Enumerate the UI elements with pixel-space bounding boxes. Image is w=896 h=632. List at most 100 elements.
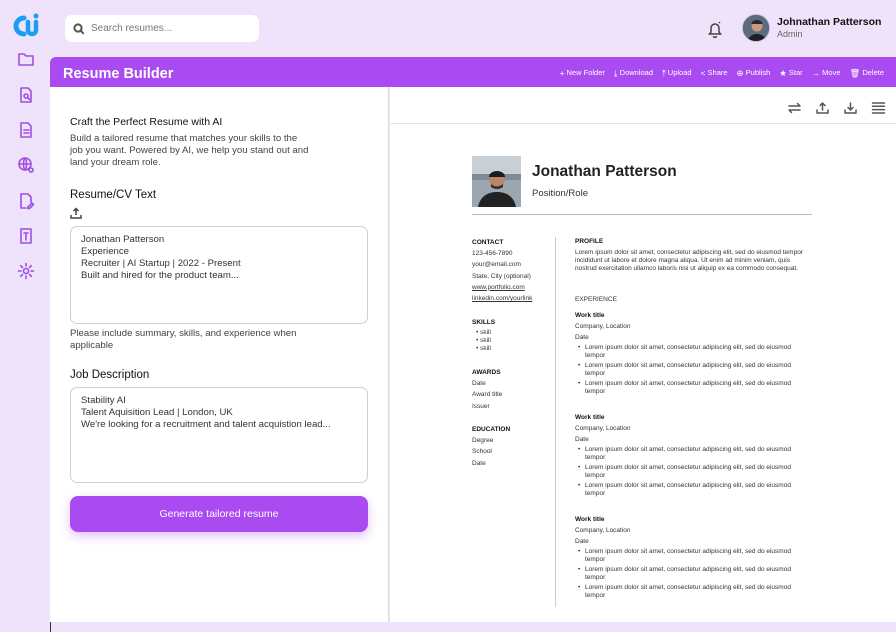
upload-icon[interactable] (70, 206, 82, 219)
plus-icon: + (559, 67, 565, 78)
profile-text: Lorem ipsum dolor sit amet, consectetur … (575, 249, 803, 272)
builder-heading: Craft the Perfect Resume with AI (70, 116, 223, 128)
upload-icon[interactable] (815, 101, 830, 115)
download-icon: ⤓ (613, 67, 618, 78)
builder-panel: Craft the Perfect Resume with AI Build a… (50, 87, 389, 622)
cv-awards-section: AWARDS Date Award title Issuer (472, 367, 552, 412)
user-name: Johnathan Patterson (777, 16, 882, 28)
new-folder-label: New Folder (566, 68, 605, 77)
publish-icon: ⊕ (736, 67, 744, 78)
job-title: Work title (575, 516, 605, 523)
cv-job-entry: Work title Company, Location Date Lorem … (575, 514, 812, 602)
job-date: Date (575, 334, 589, 341)
education-school: School (472, 448, 492, 456)
divider (50, 622, 51, 632)
divider (390, 123, 896, 124)
download-button[interactable]: ⤓ Download (614, 68, 653, 77)
cv-job-entry: Work title Company, Location Date Lorem … (575, 310, 812, 398)
move-button[interactable]: → Move (812, 68, 841, 77)
share-button[interactable]: < Share (701, 68, 728, 77)
download-label: Download (619, 68, 654, 77)
award-date: Date (472, 380, 486, 388)
upload-label: Upload (667, 68, 692, 77)
cv-education-section: EDUCATION Degree School Date (472, 424, 552, 469)
builder-description: Build a tailored resume that matches you… (70, 133, 309, 168)
cv-role: Position/Role (532, 188, 588, 199)
delete-label: Delete (862, 68, 884, 77)
publish-button[interactable]: ⊕ Publish (737, 68, 771, 77)
job-bullet: Lorem ipsum dolor sit amet, consectetur … (575, 446, 812, 462)
award-issuer: Issuer (472, 402, 490, 410)
job-company: Company, Location (575, 323, 631, 330)
download-icon[interactable] (843, 101, 858, 115)
folder-icon[interactable] (17, 50, 35, 68)
search-input[interactable] (91, 23, 251, 34)
star-button[interactable]: ★ Star (779, 68, 802, 77)
job-bullet: Lorem ipsum dolor sit amet, consectetur … (575, 584, 812, 600)
document-icon[interactable] (17, 121, 35, 139)
page-header: Resume Builder + New Folder ⤓ Download ⤒ Up… (50, 57, 896, 87)
document-edit-icon[interactable] (17, 192, 35, 210)
contact-phone: 123-456-7890 (472, 250, 513, 258)
job-bullet: Lorem ipsum dolor sit amet, consectetur … (575, 464, 812, 480)
search-bar[interactable] (65, 15, 259, 42)
cv-profile-section: PROFILE Lorem ipsum dolor sit amet, cons… (575, 238, 812, 273)
globe-gear-icon[interactable] (17, 156, 35, 174)
avatar[interactable] (742, 14, 770, 42)
education-heading: EDUCATION (472, 426, 511, 433)
search-icon (73, 22, 85, 35)
cv-column-divider (555, 237, 556, 607)
new-folder-button[interactable]: + New Folder (560, 68, 605, 77)
contact-heading: CONTACT (472, 239, 504, 246)
experience-heading: EXPERIENCE (575, 296, 617, 303)
skill-item: skill (476, 329, 552, 337)
move-label: Move (822, 68, 841, 77)
swap-icon[interactable] (787, 101, 802, 115)
resume-label: Resume/CV Text (70, 189, 157, 201)
education-date: Date (472, 459, 486, 467)
page-title: Resume Builder (63, 66, 174, 82)
skill-item: skill (476, 337, 552, 345)
notification-bell-icon[interactable] (707, 20, 723, 39)
profile-heading: PROFILE (575, 238, 604, 245)
cv-divider (472, 214, 812, 215)
cv-contact-section: CONTACT 123-456-7890 your@email.com Stat… (472, 237, 552, 304)
app-logo[interactable] (10, 12, 40, 40)
menu-icon[interactable] (871, 101, 886, 115)
share-label: Share (707, 68, 728, 77)
cv-job-entry: Work title Company, Location Date Lorem … (575, 412, 812, 500)
skill-item: skill (476, 345, 552, 353)
profile-photo (472, 156, 521, 207)
job-company: Company, Location (575, 425, 631, 432)
generate-button[interactable]: Generate tailored resume (70, 496, 368, 532)
contact-email: your@email.com (472, 261, 521, 269)
settings-icon[interactable] (17, 262, 35, 280)
job-description-textarea[interactable]: Stability AI Talent Aquisition Lead | Lo… (70, 387, 368, 483)
document-search-icon[interactable] (17, 86, 35, 104)
award-title: Award title (472, 391, 503, 399)
job-date: Date (575, 538, 589, 545)
document-text-icon[interactable] (17, 227, 35, 245)
preview-toolbar (787, 101, 886, 115)
resume-textarea[interactable]: Jonathan Patterson Experience Recruiter … (70, 226, 368, 324)
education-degree: Degree (472, 437, 494, 445)
share-icon: < (700, 67, 706, 78)
awards-heading: AWARDS (472, 369, 501, 376)
job-bullet: Lorem ipsum dolor sit amet, consectetur … (575, 344, 812, 360)
job-bullet: Lorem ipsum dolor sit amet, consectetur … (575, 380, 812, 396)
resume-preview-panel: Jonathan Patterson Position/Role CONTACT… (390, 87, 896, 622)
sidebar (0, 0, 50, 632)
job-title: Work title (575, 312, 605, 319)
job-bullet: Lorem ipsum dolor sit amet, consectetur … (575, 482, 812, 498)
portfolio-link[interactable]: www.portfolio.com (472, 284, 525, 291)
skills-heading: SKILLS (472, 319, 496, 326)
delete-button[interactable]: 🗑 Delete (850, 68, 884, 77)
upload-button[interactable]: ⤒ Upload (662, 68, 692, 77)
job-bullet: Lorem ipsum dolor sit amet, consectetur … (575, 566, 812, 582)
user-role: Admin (777, 29, 803, 39)
arrow-right-icon: → (811, 67, 821, 78)
linkedin-link[interactable]: linkedin.com/yourlink (472, 295, 532, 302)
job-company: Company, Location (575, 527, 631, 534)
cv-skills-section: SKILLS skill skill skill (472, 317, 552, 353)
job-bullet: Lorem ipsum dolor sit amet, consectetur … (575, 362, 812, 378)
